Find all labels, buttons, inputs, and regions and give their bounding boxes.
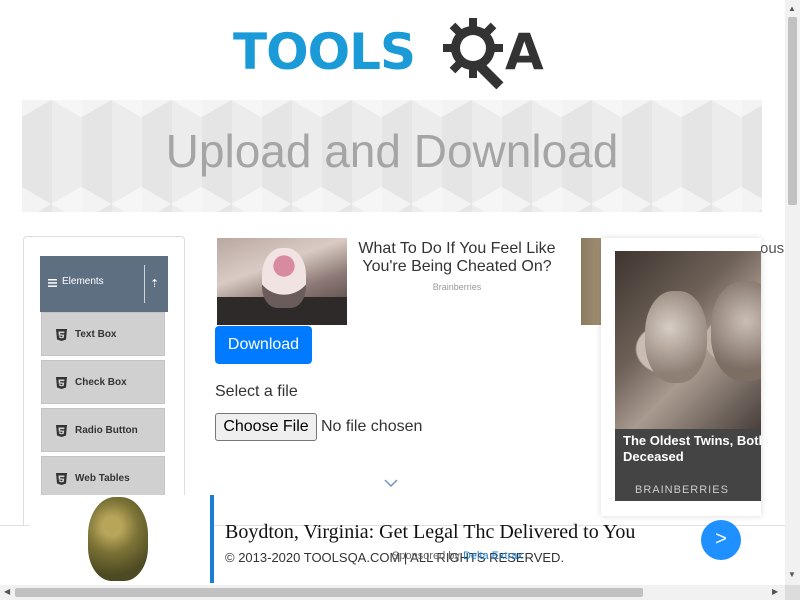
sidebar-item-web-tables[interactable]: Web Tables (41, 456, 165, 500)
horizontal-scrollbar[interactable]: ◀ ▶ (0, 585, 785, 600)
ad-face-right (711, 281, 761, 381)
sidebar-item-label: Text Box (75, 329, 117, 340)
horizontal-scroll-thumb[interactable] (15, 588, 643, 597)
scroll-up-arrow-icon[interactable]: ▲ (788, 4, 796, 13)
bottom-ad-product (88, 497, 148, 581)
logo-text: TOOLS (233, 23, 416, 81)
html5-icon (56, 377, 67, 389)
floating-ad-image (615, 251, 761, 429)
scroll-left-arrow-icon[interactable]: ◀ (4, 587, 10, 596)
download-button[interactable]: Download (215, 326, 312, 364)
sidebar-item-text-box[interactable]: Text Box (41, 312, 165, 356)
ad-thumbnail[interactable] (217, 238, 347, 325)
floating-ad[interactable]: The Oldest Twins, Both Deceased BRAINBER… (601, 238, 761, 516)
scrollbar-corner (785, 585, 800, 600)
select-file-label: Select a file (215, 383, 298, 400)
scroll-right-arrow-icon[interactable]: ▶ (772, 587, 778, 596)
bottom-ad-title[interactable]: Boydton, Virginia: Get Legal Thc Deliver… (225, 521, 635, 544)
ad-headline[interactable]: What To Do If You Feel Like You're Being… (352, 240, 562, 276)
sponsored-prefix: Sponsored by (392, 550, 463, 562)
bottom-ad-banner[interactable]: Boydton, Virginia: Get Legal Thc Deliver… (30, 495, 770, 583)
sidebar-item-label: Radio Button (75, 425, 138, 436)
page-banner: Upload and Download (22, 100, 762, 212)
group-divider (144, 265, 145, 303)
ad-source: Brainberries (432, 282, 482, 292)
gear-magnifier-icon (443, 18, 504, 90)
file-status-text: No file chosen (321, 418, 423, 435)
bottom-ad-accent-bar (210, 495, 214, 583)
chevron-down-icon[interactable] (384, 478, 398, 488)
toolsqa-logo[interactable]: TOOLS A (233, 14, 558, 94)
bottom-ad-sponsored: Sponsored by Delta Extrax (392, 550, 523, 562)
html5-icon (56, 473, 67, 485)
html5-icon (56, 329, 67, 341)
sidebar-group-label: Elements (62, 276, 104, 287)
sidebar: Elements ⇡ Text Box Check Box Radio Butt… (23, 236, 185, 536)
floating-ad-caption: The Oldest Twins, Both Deceased BRAINBER… (615, 429, 761, 501)
sponsor-brand[interactable]: Delta Extrax (463, 550, 523, 562)
sidebar-item-check-box[interactable]: Check Box (41, 360, 165, 404)
bottom-ad-image (30, 495, 210, 583)
sidebar-item-label: Check Box (75, 377, 127, 388)
ad-face-left (645, 291, 707, 383)
page-title: Upload and Download (165, 125, 619, 177)
sidebar-item-radio-button[interactable]: Radio Button (41, 408, 165, 452)
logo-text-a: A (505, 23, 544, 81)
sidebar-group-elements[interactable]: Elements ⇡ (40, 256, 168, 312)
menu-icon (48, 279, 57, 287)
ad-headline-2-fragment: ous (760, 240, 785, 257)
collapse-arrow-icon[interactable]: ⇡ (150, 277, 159, 290)
floating-ad-title: The Oldest Twins, Both Deceased (623, 433, 761, 464)
ad-thumbnail-person (262, 248, 306, 308)
page: TOOLS A Upload and Download Elements ⇡ T… (0, 0, 800, 600)
sidebar-item-label: Web Tables (75, 473, 130, 484)
bottom-ad-go-button[interactable]: > (701, 520, 741, 560)
vertical-scrollbar[interactable]: ▲ ▼ (785, 0, 800, 585)
choose-file-button[interactable]: Choose File (215, 413, 317, 441)
html5-icon (56, 425, 67, 437)
scroll-down-arrow-icon[interactable]: ▼ (788, 570, 796, 579)
vertical-scroll-thumb[interactable] (788, 17, 797, 205)
